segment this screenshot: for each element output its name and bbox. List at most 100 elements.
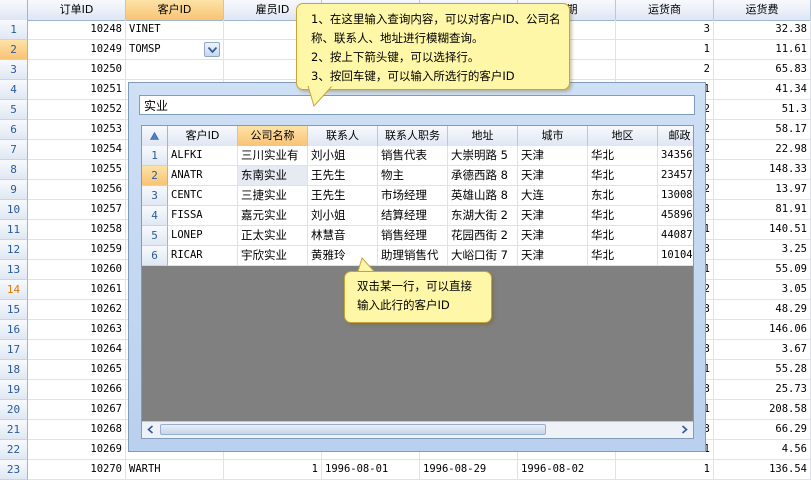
row-number[interactable]: 12: [0, 240, 28, 260]
row-number[interactable]: 15: [0, 300, 28, 320]
customer-lookup-popup: 客户ID 公司名称 联系人 联系人职务 地址 城市 地区 邮政 1ALFKI三川…: [128, 82, 706, 452]
row-number[interactable]: 21: [0, 420, 28, 440]
cell-freight: 65.83: [714, 60, 811, 80]
cell-freight: 208.58: [714, 400, 811, 420]
lookup-col-contact[interactable]: 联系人: [308, 126, 378, 146]
row-number[interactable]: 6: [142, 246, 168, 266]
cell-order-id: 10268: [28, 420, 126, 440]
cell-customer-id: VINET: [126, 20, 224, 40]
cell-order-id: 10266: [28, 380, 126, 400]
lookup-cell-zip: 130083: [658, 186, 693, 206]
cell-freight: 148.33: [714, 160, 811, 180]
row-number[interactable]: 3: [0, 60, 28, 80]
horizontal-scrollbar[interactable]: [142, 421, 693, 438]
row-number[interactable]: 8: [0, 160, 28, 180]
lookup-cell-zip: 458965: [658, 206, 693, 226]
row-number[interactable]: 1: [0, 20, 28, 40]
row-number[interactable]: 4: [0, 80, 28, 100]
cell-shipper: 1: [616, 40, 714, 60]
cell-order-id: 10267: [28, 400, 126, 420]
cell-freight: 13.97: [714, 180, 811, 200]
lookup-cell-region: 华北: [588, 146, 658, 166]
cell-freight: 4.56: [714, 440, 811, 460]
lookup-cell-contact-title: 助理销售代: [378, 246, 448, 266]
row-number[interactable]: 10: [0, 200, 28, 220]
lookup-cell-region: 东北: [588, 186, 658, 206]
doubleclick-help-callout: 双击某一行，可以直接 输入此行的客户ID: [344, 271, 492, 323]
list-item[interactable]: 1ALFKI三川实业有刘小姐销售代表大崇明路 5天津华北343567: [142, 146, 693, 166]
callout-text: 双击某一行，可以直接: [357, 279, 472, 293]
lookup-col-contact-title[interactable]: 联系人职务: [378, 126, 448, 146]
lookup-cell-city: 大连: [518, 186, 588, 206]
sort-up-icon[interactable]: [142, 126, 168, 146]
cell-order-id: 10270: [28, 460, 126, 480]
row-number[interactable]: 1: [142, 146, 168, 166]
cell-order-id: 10260: [28, 260, 126, 280]
list-item[interactable]: 3CENTC三捷实业王先生市场经理英雄山路 8大连东北130083: [142, 186, 693, 206]
scrollbar-thumb[interactable]: [160, 424, 546, 435]
lookup-cell-region: 华北: [588, 206, 658, 226]
lookup-col-company[interactable]: 公司名称: [238, 126, 308, 146]
lookup-cell-company: 正太实业: [238, 226, 308, 246]
cell-order-id: 10269: [28, 440, 126, 460]
list-item[interactable]: 2ANATR东南实业王先生物主承德西路 8天津华北234575: [142, 166, 693, 186]
lookup-col-address[interactable]: 地址: [448, 126, 518, 146]
col-header-shipper[interactable]: 运货商: [616, 0, 714, 20]
row-number[interactable]: 22: [0, 440, 28, 460]
cell-order-id: 10262: [28, 300, 126, 320]
lookup-col-customer-id[interactable]: 客户ID: [168, 126, 238, 146]
lookup-col-city[interactable]: 城市: [518, 126, 588, 146]
table-row[interactable]: 23 10270 WARTH 1 1996-08-01 1996-08-29 1996-08…: [0, 460, 811, 480]
cell-order-id: 10258: [28, 220, 126, 240]
lookup-cell-contact: 林慧音: [308, 226, 378, 246]
cell-shipper: 2: [616, 60, 714, 80]
row-number[interactable]: 16: [0, 320, 28, 340]
lookup-cell-company: 东南实业: [238, 166, 308, 186]
cell-freight: 58.17: [714, 120, 811, 140]
cell-order-id: 10255: [28, 160, 126, 180]
row-number[interactable]: 2: [142, 166, 168, 186]
callout-text: 3、按回车键，可以输入所选行的客户ID: [311, 69, 515, 83]
lookup-col-zip[interactable]: 邮政: [658, 126, 693, 146]
lookup-col-region[interactable]: 地区: [588, 126, 658, 146]
row-number[interactable]: 5: [142, 226, 168, 246]
callout-text: 1、在这里输入查询内容，可以对客户ID、公司名: [311, 12, 561, 26]
customer-dropdown-button[interactable]: [204, 42, 220, 57]
lookup-cell-address: 承德西路 8: [448, 166, 518, 186]
row-number[interactable]: 9: [0, 180, 28, 200]
callout-text: 2、按上下箭头键，可以选择行。: [311, 50, 480, 64]
lookup-cell-contact-title: 结算经理: [378, 206, 448, 226]
col-header-freight[interactable]: 运货费: [714, 0, 811, 20]
row-number[interactable]: 6: [0, 120, 28, 140]
col-header-customer-id[interactable]: 客户ID: [126, 0, 224, 20]
lookup-cell-address: 花园西街 2: [448, 226, 518, 246]
cell-freight: 146.06: [714, 320, 811, 340]
row-number[interactable]: 13: [0, 260, 28, 280]
row-number[interactable]: 4: [142, 206, 168, 226]
lookup-cell-customer-id: ANATR: [168, 166, 238, 186]
row-number[interactable]: 17: [0, 340, 28, 360]
list-item[interactable]: 4FISSA嘉元实业刘小姐结算经理东湖大街 2天津华北458965: [142, 206, 693, 226]
arrow-left-icon[interactable]: [145, 424, 156, 435]
cell-freight: 32.38: [714, 20, 811, 40]
row-number[interactable]: 7: [0, 140, 28, 160]
row-number[interactable]: 23: [0, 460, 28, 480]
lookup-cell-zip: 440875: [658, 226, 693, 246]
row-number[interactable]: 19: [0, 380, 28, 400]
row-number[interactable]: 18: [0, 360, 28, 380]
list-item[interactable]: 5LONEP正太实业林慧音销售经理花园西街 2天津华北440875: [142, 226, 693, 246]
row-number[interactable]: 11: [0, 220, 28, 240]
arrow-right-icon[interactable]: [679, 424, 690, 435]
col-header-order-id[interactable]: 订单ID: [28, 0, 126, 20]
lookup-cell-customer-id: LONEP: [168, 226, 238, 246]
customer-search-input[interactable]: [139, 95, 695, 115]
row-number[interactable]: 5: [0, 100, 28, 120]
cell-freight: 51.3: [714, 100, 811, 120]
row-number[interactable]: 20: [0, 400, 28, 420]
callout-pointer: [307, 86, 333, 107]
customer-lookup-header: 客户ID 公司名称 联系人 联系人职务 地址 城市 地区 邮政: [142, 126, 693, 147]
row-number[interactable]: 3: [142, 186, 168, 206]
row-number[interactable]: 2: [0, 40, 28, 60]
row-number[interactable]: 14: [0, 280, 28, 300]
list-item[interactable]: 6RICAR宇欣实业黄雅玲助理销售代大峪口街 7天津华北101046: [142, 246, 693, 266]
